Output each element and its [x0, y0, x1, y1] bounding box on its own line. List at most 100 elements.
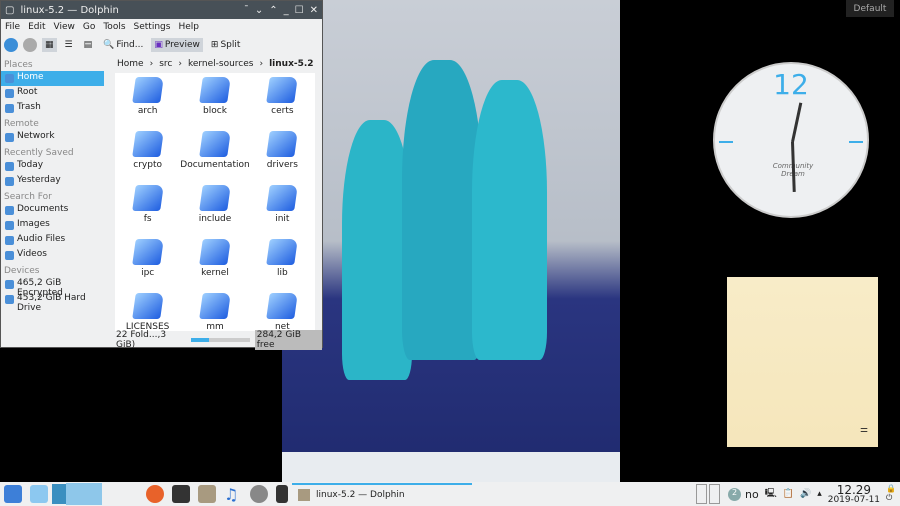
file-item[interactable]: init [250, 185, 315, 239]
zoom-slider[interactable] [191, 338, 250, 342]
device-hard-drive[interactable]: 453,2 GiB Hard Drive [1, 292, 104, 313]
menu-settings[interactable]: Settings [134, 22, 171, 32]
file-item[interactable]: crypto [115, 131, 180, 185]
crumb-kernel-sources[interactable]: kernel-sources [188, 59, 254, 69]
file-name: crypto [133, 160, 163, 170]
crumb-src[interactable]: src [159, 59, 172, 69]
places-home[interactable]: Home [1, 71, 104, 86]
menu-go[interactable]: Go [83, 22, 95, 32]
file-name: include [198, 214, 232, 224]
media-icon[interactable] [250, 485, 268, 503]
digital-clock[interactable]: 12.29 2019-07-11 [828, 484, 880, 505]
task-dolphin[interactable]: linux-5.2 — Dolphin [292, 483, 472, 505]
keep-below-button[interactable]: ⌃ [269, 5, 277, 16]
minimize-button[interactable]: _ [284, 5, 289, 16]
device-encrypted[interactable]: 465,2 GiB Encrypted [1, 277, 104, 298]
maximize-button[interactable]: ☐ [295, 5, 304, 16]
show-desktop-icon[interactable] [30, 485, 48, 503]
file-item[interactable]: certs [250, 77, 315, 131]
places-images[interactable]: Images [1, 218, 104, 233]
shade-button[interactable]: ⌄ [255, 5, 263, 16]
power-icon[interactable]: ⏻ [886, 493, 896, 503]
menu-view[interactable]: View [54, 22, 75, 32]
menu-help[interactable]: Help [178, 22, 199, 32]
kde-menu-icon[interactable] [4, 485, 22, 503]
forward-icon[interactable] [23, 38, 37, 52]
pager-desktop-2[interactable] [66, 483, 102, 505]
remote-header: Remote [4, 119, 39, 129]
activity-default-button[interactable]: Default [846, 0, 894, 17]
pager-desktop-1[interactable] [52, 484, 66, 504]
preview-button[interactable]: ▣ Preview [151, 38, 203, 52]
file-item[interactable]: drivers [250, 131, 315, 185]
crumb-home[interactable]: Home [117, 59, 144, 69]
places-root[interactable]: Root [1, 86, 104, 101]
file-item[interactable]: include [180, 185, 249, 239]
places-yesterday[interactable]: Yesterday [1, 174, 104, 189]
file-item[interactable]: arch [115, 77, 180, 131]
app-icon: ▢ [5, 4, 15, 16]
compact-view-button[interactable]: ☰ [62, 38, 76, 52]
places-videos[interactable]: Videos [1, 248, 104, 263]
find-button[interactable]: 🔍 Find... [100, 38, 146, 52]
close-button[interactable]: ✕ [310, 5, 318, 16]
file-name: certs [271, 106, 294, 116]
places-today[interactable]: Today [1, 159, 104, 174]
sticky-note-widget[interactable]: ⚌ [727, 277, 878, 447]
file-item[interactable]: LICENSES [115, 293, 180, 331]
clock-time: 12.29 [836, 482, 872, 497]
file-item[interactable]: block [180, 77, 249, 131]
search-header: Search For [4, 192, 52, 202]
file-name: kernel [201, 268, 229, 278]
dolphin-window: ▢ linux-5.2 — Dolphin ˉ ⌄ ⌃ _ ☐ ✕ File E… [0, 0, 323, 350]
file-item[interactable]: lib [250, 239, 315, 293]
file-name: arch [137, 106, 158, 116]
file-item[interactable]: mm [180, 293, 249, 331]
crumb-current[interactable]: linux-5.2 [269, 59, 313, 69]
icons-view-button[interactable]: ▦ [42, 38, 57, 52]
mem-monitor[interactable] [709, 484, 721, 504]
terminal-task-icon[interactable] [276, 485, 288, 503]
folder-icon [131, 77, 164, 103]
volume-icon[interactable]: 🔊 [800, 489, 811, 499]
menu-tools[interactable]: Tools [103, 22, 125, 32]
notification-badge[interactable]: 2 [728, 487, 742, 501]
places-panel: Places Home Root Trash Remote Network Re… [1, 57, 104, 333]
find-label: Find... [116, 40, 144, 50]
file-item[interactable]: net [250, 293, 315, 331]
places-trash[interactable]: Trash [1, 101, 104, 116]
back-icon[interactable] [4, 38, 18, 52]
preview-icon: ▣ [154, 40, 163, 50]
keep-above-button[interactable]: ˉ [244, 5, 249, 16]
dolphin-launcher-icon[interactable] [198, 485, 216, 503]
task-label: linux-5.2 — Dolphin [316, 490, 405, 500]
wallpaper-photo [282, 0, 620, 482]
lock-logout-icons[interactable]: 🔒 ⏻ [886, 484, 896, 503]
details-view-button[interactable]: ▤ [81, 38, 96, 52]
terminal-icon[interactable] [172, 485, 190, 503]
network-icon[interactable]: 🖳 [765, 486, 777, 502]
file-item[interactable]: kernel [180, 239, 249, 293]
file-view: Home › src › kernel-sources › linux-5.2 arc… [107, 57, 323, 335]
cpu-monitor[interactable] [696, 484, 708, 504]
menu-bar: File Edit View Go Tools Settings Help [1, 19, 322, 34]
places-documents[interactable]: Documents [1, 203, 104, 218]
menu-file[interactable]: File [5, 22, 20, 32]
split-button[interactable]: ⊞ Split [208, 38, 244, 52]
folder-icon [131, 131, 164, 157]
music-icon[interactable]: ♫ [224, 485, 242, 504]
tray-expand-icon[interactable]: ▴ [817, 489, 822, 499]
file-item[interactable]: Documentation [180, 131, 250, 185]
keyboard-layout[interactable]: no [745, 488, 759, 501]
places-network[interactable]: Network [1, 130, 104, 145]
title-bar[interactable]: ▢ linux-5.2 — Dolphin ˉ ⌄ ⌃ _ ☐ ✕ [1, 1, 322, 19]
file-item[interactable]: ipc [115, 239, 180, 293]
file-name: lib [276, 268, 288, 278]
places-audio[interactable]: Audio Files [1, 233, 104, 248]
clipboard-icon[interactable]: 📋 [783, 489, 794, 499]
file-item[interactable]: fs [115, 185, 180, 239]
note-settings-icon[interactable]: ⚌ [860, 425, 868, 435]
menu-edit[interactable]: Edit [28, 22, 45, 32]
firefox-icon[interactable] [146, 485, 164, 503]
file-grid: arch block certs crypto Documentation drivers… [115, 73, 315, 331]
